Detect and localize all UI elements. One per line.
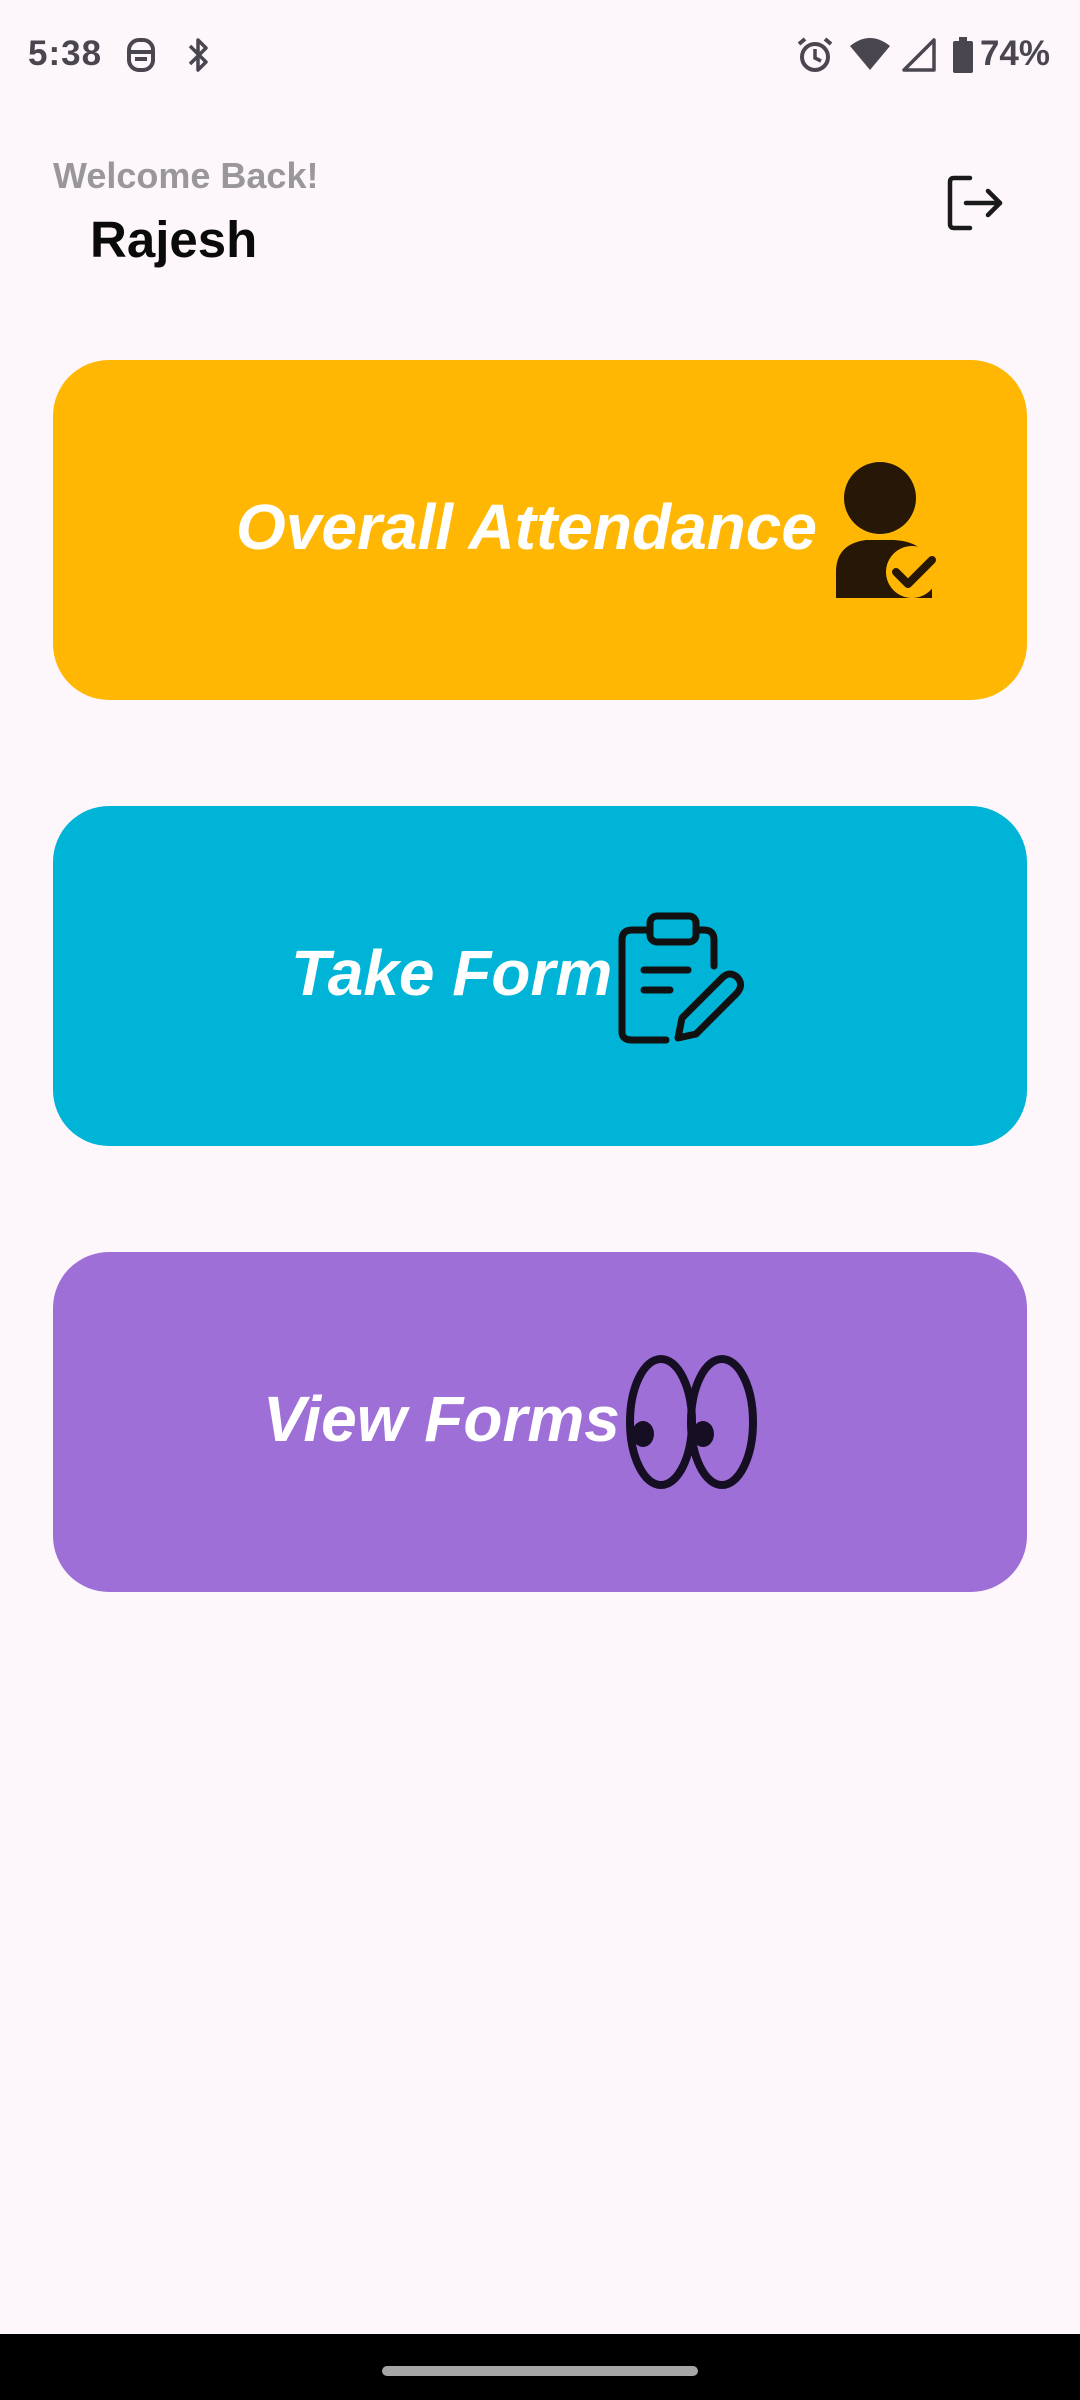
logout-icon (947, 175, 1003, 231)
status-time: 5:38 (28, 34, 103, 73)
clipboard-edit-icon (616, 912, 746, 1051)
username: Rajesh (90, 211, 258, 268)
welcome-text: Welcome Back! (53, 155, 319, 196)
logout-button[interactable] (942, 170, 1008, 236)
signal-icon (900, 36, 938, 79)
overall-attendance-label: Overall Attendance (236, 491, 817, 563)
alarm-icon (796, 36, 834, 79)
home-indicator[interactable] (382, 2366, 698, 2376)
notification-badge-icon (126, 36, 156, 79)
take-form-label: Take Form (291, 937, 613, 1009)
wifi-icon (848, 36, 892, 79)
app-screen: 5:38 74% Welcome Back! Rajesh Overall At… (0, 0, 1080, 2400)
bluetooth-icon (186, 36, 212, 79)
view-forms-label: View Forms (263, 1383, 620, 1455)
navigation-bar (0, 2334, 1080, 2400)
overall-attendance-card[interactable]: Overall Attendance (53, 360, 1027, 700)
battery-percentage: 74% (979, 34, 1050, 73)
status-bar: 5:38 74% (0, 0, 1080, 116)
battery-icon (952, 36, 974, 79)
view-forms-card[interactable]: View Forms (53, 1252, 1027, 1592)
eyes-icon (621, 1352, 763, 1497)
user-check-icon (830, 460, 950, 605)
take-form-card[interactable]: Take Form (53, 806, 1027, 1146)
